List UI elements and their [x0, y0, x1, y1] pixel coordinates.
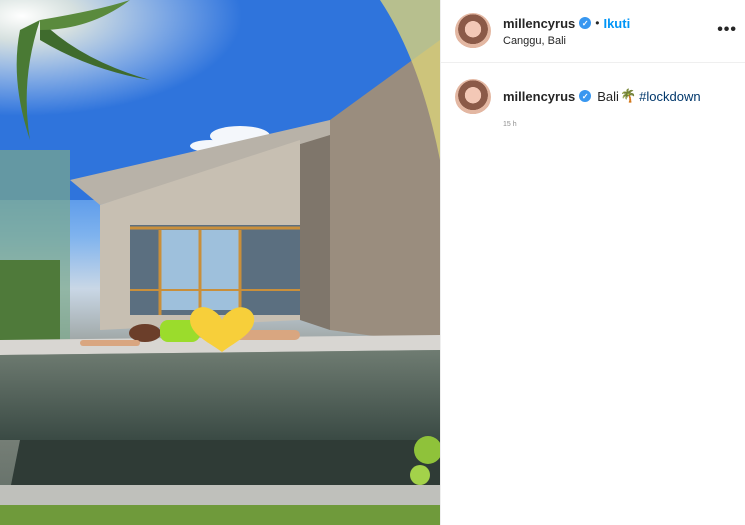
- post-side-panel: millencyrus ✓ • Ikuti Canggu, Bali ••• m…: [440, 0, 745, 525]
- comment-username-link[interactable]: millencyrus: [503, 89, 575, 104]
- follow-button[interactable]: Ikuti: [603, 16, 630, 31]
- post-photo[interactable]: [0, 0, 440, 525]
- header-row: millencyrus ✓ • Ikuti: [503, 16, 630, 31]
- post-header: millencyrus ✓ • Ikuti Canggu, Bali •••: [441, 0, 745, 63]
- comment-body: millencyrus ✓ Bali 🌴 #lockdown: [503, 88, 701, 104]
- username-link[interactable]: millencyrus: [503, 16, 575, 31]
- comment-verified-badge-icon: ✓: [579, 90, 592, 102]
- comment-timestamp: 15 h: [503, 121, 517, 128]
- separator-dot: •: [595, 16, 600, 30]
- caption-comment: millencyrus ✓ Bali 🌴 #lockdown: [441, 63, 745, 115]
- more-options-icon[interactable]: •••: [717, 22, 737, 38]
- location-link[interactable]: Canggu, Bali: [503, 35, 630, 47]
- avatar[interactable]: [455, 13, 491, 49]
- palm-tree-emoji: 🌴: [619, 88, 637, 103]
- verified-badge-icon: ✓: [579, 17, 592, 29]
- comment-avatar[interactable]: [455, 79, 491, 115]
- header-text: millencyrus ✓ • Ikuti Canggu, Bali: [503, 16, 630, 47]
- hashtag-link[interactable]: #lockdown: [639, 89, 700, 104]
- caption-text: Bali: [597, 88, 619, 104]
- villa-pool-photo: [0, 0, 440, 525]
